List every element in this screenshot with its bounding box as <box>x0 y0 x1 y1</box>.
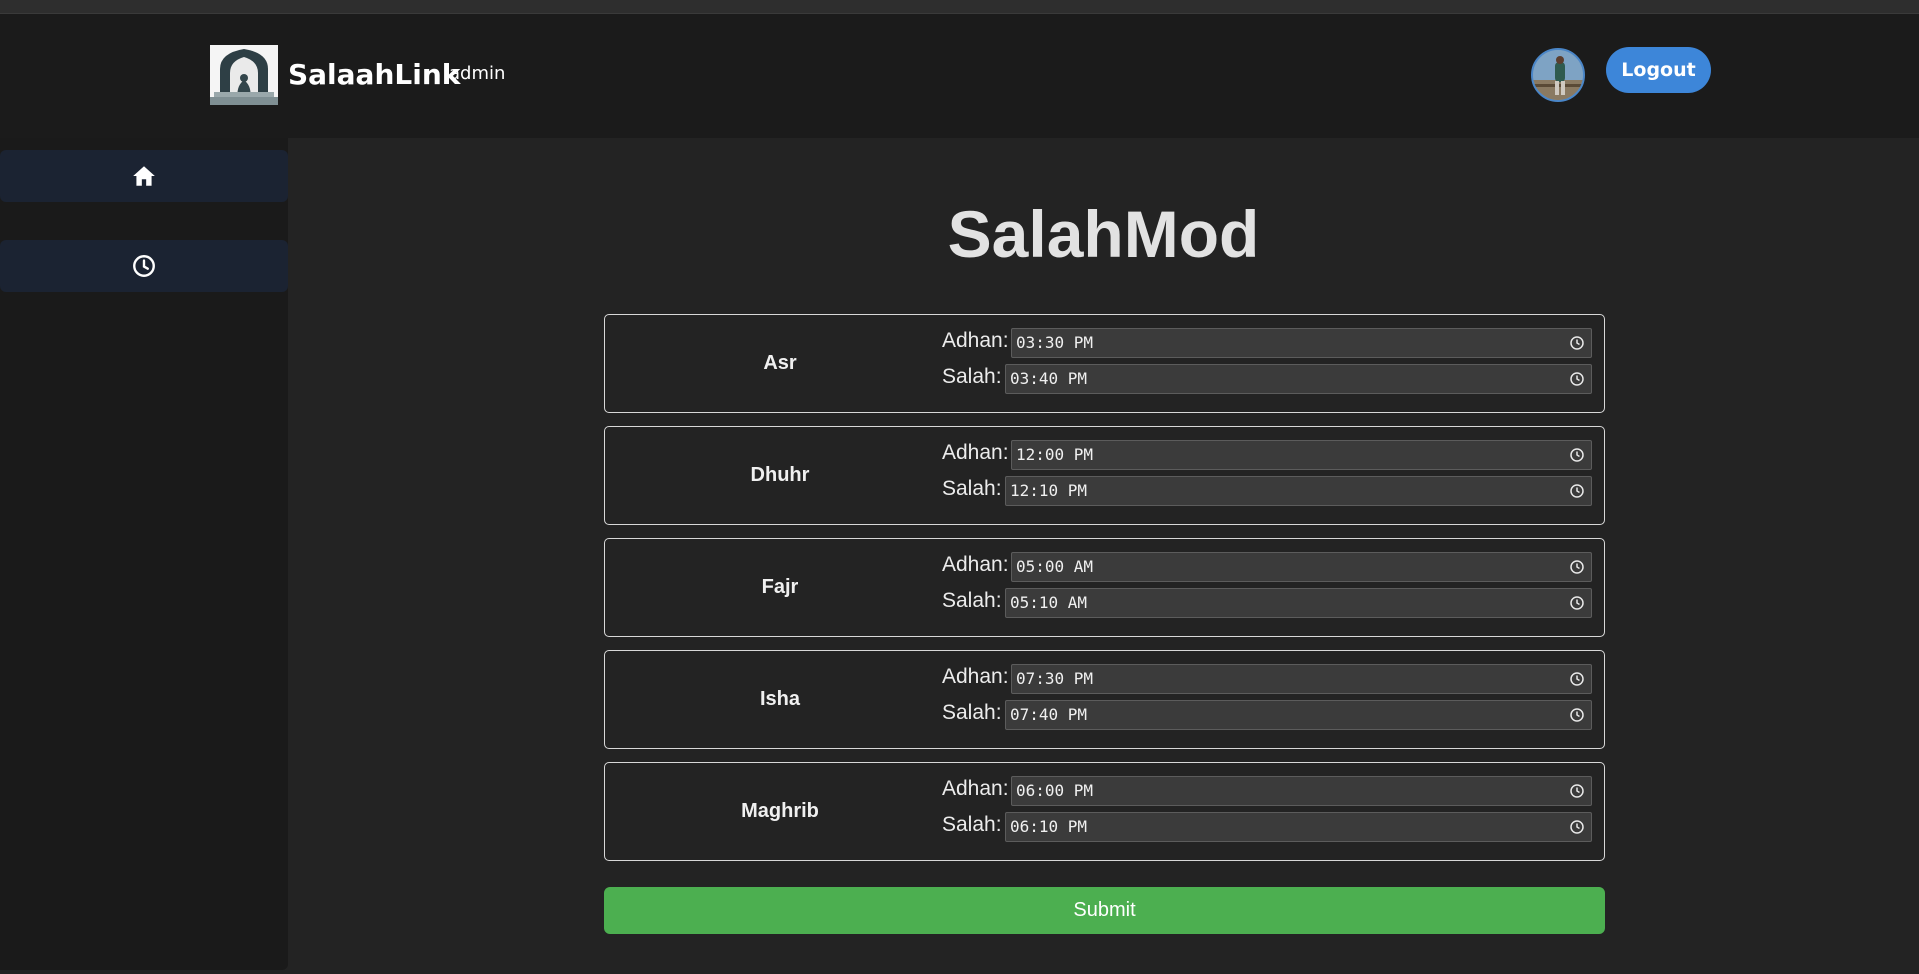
home-icon <box>133 166 155 186</box>
salah-time-input[interactable]: 06:10 PM <box>1005 812 1592 842</box>
clock-icon[interactable] <box>1569 707 1585 723</box>
mosque-arch-icon <box>210 45 278 105</box>
salah-label: Salah: <box>942 701 1002 724</box>
adhan-label: Adhan: <box>942 665 1009 688</box>
salah-time-value: 07:40 PM <box>1010 705 1088 724</box>
browser-top-strip <box>0 0 1919 14</box>
prayer-name: Fajr <box>761 575 799 598</box>
prayer-name: Dhuhr <box>750 463 810 486</box>
brand-logo[interactable] <box>210 45 278 105</box>
clock-icon[interactable] <box>1569 783 1585 799</box>
clock-icon <box>133 255 155 277</box>
prayer-card-dhuhr: Dhuhr Adhan: 12:00 PM Salah: 12:10 PM <box>604 426 1605 525</box>
prayer-card-fajr: Fajr Adhan: 05:00 AM Salah: 05:10 AM <box>604 538 1605 637</box>
clock-icon[interactable] <box>1569 483 1585 499</box>
prayer-name: Asr <box>763 351 797 374</box>
app-header: SalaahLink admin Logout <box>0 14 1919 138</box>
salah-time-value: 12:10 PM <box>1010 481 1088 500</box>
clock-icon[interactable] <box>1569 595 1585 611</box>
adhan-label: Adhan: <box>942 329 1009 352</box>
submit-button[interactable]: Submit <box>604 887 1605 934</box>
salah-time-value: 03:40 PM <box>1010 369 1088 388</box>
clock-icon[interactable] <box>1569 371 1585 387</box>
prayer-card-asr: Asr Adhan: 03:30 PM Salah: 03:40 PM <box>604 314 1605 413</box>
adhan-time-input[interactable]: 12:00 PM <box>1011 440 1592 470</box>
salah-label: Salah: <box>942 477 1002 500</box>
adhan-time-value: 12:00 PM <box>1016 445 1094 464</box>
salah-label: Salah: <box>942 813 1002 836</box>
logout-button[interactable]: Logout <box>1606 47 1711 93</box>
adhan-time-value: 07:30 PM <box>1016 669 1094 688</box>
prayer-card-isha: Isha Adhan: 07:30 PM Salah: 07:40 PM <box>604 650 1605 749</box>
page-title: SalahMod <box>947 197 1260 271</box>
salah-time-input[interactable]: 12:10 PM <box>1005 476 1592 506</box>
salah-time-input[interactable]: 03:40 PM <box>1005 364 1592 394</box>
adhan-time-value: 03:30 PM <box>1016 333 1094 352</box>
brand-name[interactable]: SalaahLink <box>288 58 460 91</box>
adhan-time-value: 06:00 PM <box>1016 781 1094 800</box>
sidebar-item-schedule[interactable] <box>0 240 288 292</box>
salah-time-value: 05:10 AM <box>1010 593 1088 612</box>
salah-time-input[interactable]: 07:40 PM <box>1005 700 1592 730</box>
sidebar-item-home[interactable] <box>0 150 288 202</box>
adhan-label: Adhan: <box>942 441 1009 464</box>
salah-time-value: 06:10 PM <box>1010 817 1088 836</box>
clock-icon[interactable] <box>1569 335 1585 351</box>
clock-icon[interactable] <box>1569 671 1585 687</box>
user-role-label: admin <box>449 63 506 84</box>
adhan-label: Adhan: <box>942 553 1009 576</box>
avatar-image <box>1533 50 1583 100</box>
clock-icon[interactable] <box>1569 819 1585 835</box>
salah-label: Salah: <box>942 589 1002 612</box>
adhan-time-input[interactable]: 07:30 PM <box>1011 664 1592 694</box>
adhan-time-input[interactable]: 05:00 AM <box>1011 552 1592 582</box>
prayer-name: Isha <box>759 687 801 710</box>
clock-icon[interactable] <box>1569 559 1585 575</box>
user-avatar[interactable] <box>1531 48 1585 102</box>
sidebar <box>0 138 288 970</box>
adhan-time-input[interactable]: 06:00 PM <box>1011 776 1592 806</box>
clock-icon[interactable] <box>1569 447 1585 463</box>
salah-label: Salah: <box>942 365 1002 388</box>
prayer-name: Maghrib <box>741 799 819 822</box>
salah-time-input[interactable]: 05:10 AM <box>1005 588 1592 618</box>
adhan-label: Adhan: <box>942 777 1009 800</box>
adhan-time-value: 05:00 AM <box>1016 557 1094 576</box>
adhan-time-input[interactable]: 03:30 PM <box>1011 328 1592 358</box>
prayer-card-maghrib: Maghrib Adhan: 06:00 PM Salah: 06:10 PM <box>604 762 1605 861</box>
